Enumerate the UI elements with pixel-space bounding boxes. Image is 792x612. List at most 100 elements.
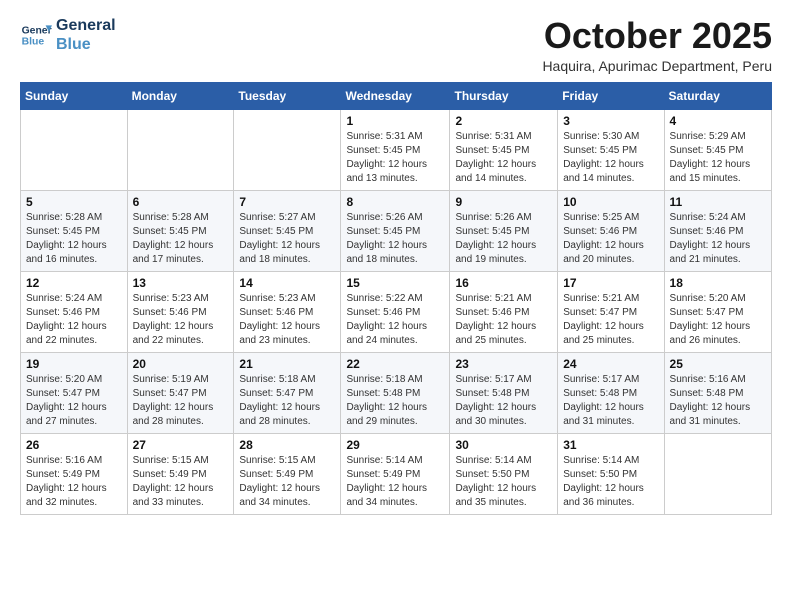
header: General Blue General Blue October 2025 H… [20, 16, 772, 74]
day-number: 28 [239, 438, 335, 452]
day-number: 8 [346, 195, 444, 209]
logo-blue: Blue [56, 35, 116, 54]
day-info: Sunrise: 5:28 AMSunset: 5:45 PMDaylight:… [133, 211, 229, 267]
subtitle: Haquira, Apurimac Department, Peru [542, 58, 772, 74]
calendar-cell: 1Sunrise: 5:31 AMSunset: 5:45 PMDaylight… [341, 109, 450, 190]
day-info: Sunrise: 5:29 AMSunset: 5:45 PMDaylight:… [670, 130, 766, 186]
weekday-header-thursday: Thursday [450, 82, 558, 109]
day-info: Sunrise: 5:22 AMSunset: 5:46 PMDaylight:… [346, 292, 444, 348]
day-info: Sunrise: 5:19 AMSunset: 5:47 PMDaylight:… [133, 373, 229, 429]
day-info: Sunrise: 5:16 AMSunset: 5:48 PMDaylight:… [670, 373, 766, 429]
day-number: 26 [26, 438, 122, 452]
calendar-cell: 31 Sunrise: 5:14 AMSunset: 5:50 PMDayligh… [558, 433, 664, 514]
day-info: Sunrise: 5:15 AMSunset: 5:49 PMDaylight:… [133, 454, 229, 510]
day-info: Sunrise: 5:27 AMSunset: 5:45 PMDaylight:… [239, 211, 335, 267]
day-info: Sunrise: 5:26 AMSunset: 5:45 PMDaylight:… [346, 211, 444, 267]
calendar-cell: 8 Sunrise: 5:26 AMSunset: 5:45 PMDaylight… [341, 190, 450, 271]
day-info: Sunrise: 5:25 AMSunset: 5:46 PMDaylight:… [563, 211, 658, 267]
calendar-cell [664, 433, 771, 514]
day-number: 31 [563, 438, 658, 452]
day-number: 10 [563, 195, 658, 209]
day-number: 17 [563, 276, 658, 290]
day-number: 16 [455, 276, 552, 290]
day-info: Sunrise: 5:16 AMSunset: 5:49 PMDaylight:… [26, 454, 122, 510]
calendar-cell: 25 Sunrise: 5:16 AMSunset: 5:48 PMDayligh… [664, 352, 771, 433]
svg-text:Blue: Blue [22, 37, 45, 48]
day-number: 2 [455, 114, 552, 128]
calendar-cell: 22Sunrise: 5:18 AMSunset: 5:48 PMDayligh… [341, 352, 450, 433]
calendar-cell: 9 Sunrise: 5:26 AMSunset: 5:45 PMDaylight… [450, 190, 558, 271]
calendar-cell: 19 Sunrise: 5:20 AMSunset: 5:47 PMDayligh… [21, 352, 128, 433]
day-number: 9 [455, 195, 552, 209]
calendar-week-5: 26 Sunrise: 5:16 AMSunset: 5:49 PMDayligh… [21, 433, 772, 514]
day-number: 13 [133, 276, 229, 290]
day-info: Sunrise: 5:14 AMSunset: 5:50 PMDaylight:… [455, 454, 552, 510]
day-number: 20 [133, 357, 229, 371]
calendar-week-2: 5Sunrise: 5:28 AMSunset: 5:45 PMDaylight… [21, 190, 772, 271]
day-number: 30 [455, 438, 552, 452]
calendar-cell: 12 Sunrise: 5:24 AMSunset: 5:46 PMDayligh… [21, 271, 128, 352]
calendar-cell: 3Sunrise: 5:30 AMSunset: 5:45 PMDaylight… [558, 109, 664, 190]
logo: General Blue General Blue [20, 16, 116, 54]
calendar-cell: 4 Sunrise: 5:29 AMSunset: 5:45 PMDaylight… [664, 109, 771, 190]
calendar-cell: 29 Sunrise: 5:14 AMSunset: 5:49 PMDayligh… [341, 433, 450, 514]
weekday-header-wednesday: Wednesday [341, 82, 450, 109]
day-number: 12 [26, 276, 122, 290]
calendar-cell: 2 Sunrise: 5:31 AMSunset: 5:45 PMDaylight… [450, 109, 558, 190]
day-info: Sunrise: 5:14 AMSunset: 5:49 PMDaylight:… [346, 454, 444, 510]
day-number: 6 [133, 195, 229, 209]
day-number: 1 [346, 114, 444, 128]
day-info: Sunrise: 5:14 AMSunset: 5:50 PMDaylight:… [563, 454, 658, 510]
day-info: Sunrise: 5:20 AMSunset: 5:47 PMDaylight:… [670, 292, 766, 348]
weekday-header-friday: Friday [558, 82, 664, 109]
day-number: 24 [563, 357, 658, 371]
calendar-cell: 13 Sunrise: 5:23 AMSunset: 5:46 PMDayligh… [127, 271, 234, 352]
title-area: October 2025 Haquira, Apurimac Departmen… [542, 16, 772, 74]
day-info: Sunrise: 5:24 AMSunset: 5:46 PMDaylight:… [670, 211, 766, 267]
month-title: October 2025 [542, 16, 772, 56]
day-number: 29 [346, 438, 444, 452]
day-info: Sunrise: 5:24 AMSunset: 5:46 PMDaylight:… [26, 292, 122, 348]
day-number: 3 [563, 114, 658, 128]
day-info: Sunrise: 5:17 AMSunset: 5:48 PMDaylight:… [563, 373, 658, 429]
calendar-cell: 26 Sunrise: 5:16 AMSunset: 5:49 PMDayligh… [21, 433, 128, 514]
day-number: 23 [455, 357, 552, 371]
day-number: 21 [239, 357, 335, 371]
calendar-cell: 24 Sunrise: 5:17 AMSunset: 5:48 PMDayligh… [558, 352, 664, 433]
calendar-cell: 14 Sunrise: 5:23 AMSunset: 5:46 PMDayligh… [234, 271, 341, 352]
calendar-cell: 18 Sunrise: 5:20 AMSunset: 5:47 PMDayligh… [664, 271, 771, 352]
day-info: Sunrise: 5:20 AMSunset: 5:47 PMDaylight:… [26, 373, 122, 429]
logo-general: General [56, 16, 116, 35]
day-number: 19 [26, 357, 122, 371]
day-info: Sunrise: 5:23 AMSunset: 5:46 PMDaylight:… [133, 292, 229, 348]
calendar-cell: 28 Sunrise: 5:15 AMSunset: 5:49 PMDayligh… [234, 433, 341, 514]
calendar-cell: 7 Sunrise: 5:27 AMSunset: 5:45 PMDaylight… [234, 190, 341, 271]
day-number: 7 [239, 195, 335, 209]
calendar-cell [234, 109, 341, 190]
calendar-cell: 23 Sunrise: 5:17 AMSunset: 5:48 PMDayligh… [450, 352, 558, 433]
calendar-week-1: 1 Sunrise: 5:31 AMSunset: 5:45 PMDaylight… [21, 109, 772, 190]
calendar-cell [21, 109, 128, 190]
day-info: Sunrise: 5:23 AMSunset: 5:46 PMDaylight:… [239, 292, 335, 348]
calendar-header-row: SundayMondayTuesdayWednesdayThursdayFrid… [21, 82, 772, 109]
day-number: 15 [346, 276, 444, 290]
calendar-week-3: 12 Sunrise: 5:24 AMSunset: 5:46 PMDayligh… [21, 271, 772, 352]
calendar-week-4: 19 Sunrise: 5:20 AMSunset: 5:47 PMDayligh… [21, 352, 772, 433]
day-info: Sunrise: 5:28 AMSunset: 5:45 PMDaylight:… [26, 211, 122, 267]
day-number: 25 [670, 357, 766, 371]
day-info: Sunrise: 5:18 AMSunset: 5:47 PMDaylight:… [239, 373, 335, 429]
calendar-cell: 17Sunrise: 5:21 AMSunset: 5:47 PMDayligh… [558, 271, 664, 352]
day-number: 18 [670, 276, 766, 290]
day-info: Sunrise: 5:26 AMSunset: 5:45 PMDaylight:… [455, 211, 552, 267]
calendar-cell: 20 Sunrise: 5:19 AMSunset: 5:47 PMDayligh… [127, 352, 234, 433]
calendar-cell: 15 Sunrise: 5:22 AMSunset: 5:46 PMDayligh… [341, 271, 450, 352]
calendar-cell: 16Sunrise: 5:21 AMSunset: 5:46 PMDayligh… [450, 271, 558, 352]
day-info: Sunrise: 5:15 AMSunset: 5:49 PMDaylight:… [239, 454, 335, 510]
day-number: 14 [239, 276, 335, 290]
day-info: Sunrise: 5:17 AMSunset: 5:48 PMDaylight:… [455, 373, 552, 429]
day-number: 4 [670, 114, 766, 128]
weekday-header-sunday: Sunday [21, 82, 128, 109]
weekday-header-saturday: Saturday [664, 82, 771, 109]
weekday-header-tuesday: Tuesday [234, 82, 341, 109]
day-info: Sunrise: 5:31 AMSunset: 5:45 PMDaylight:… [455, 130, 552, 186]
